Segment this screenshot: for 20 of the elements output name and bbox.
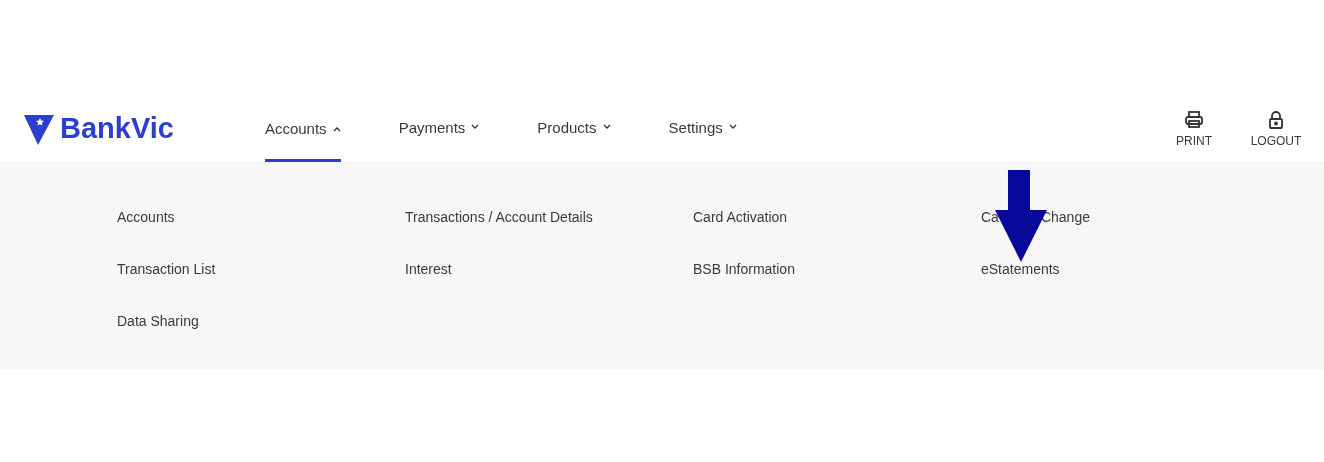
caret-icon: [602, 124, 611, 130]
bankvic-logo[interactable]: BankVic: [24, 112, 174, 145]
menu-link[interactable]: BSB Information: [693, 260, 981, 279]
lock-icon: [1266, 109, 1286, 130]
nav-tab[interactable]: Payments: [398, 95, 480, 162]
menu-link[interactable]: Accounts: [117, 208, 405, 227]
menu-link[interactable]: Transactions / Account Details: [405, 208, 693, 227]
caret-icon: [471, 124, 480, 130]
caret-icon: [728, 124, 737, 130]
menu-link[interactable]: eStatements: [981, 260, 1269, 279]
menu-link[interactable]: Transaction List: [117, 260, 405, 279]
menu-link[interactable]: Data Sharing: [117, 312, 405, 331]
caret-icon: [332, 125, 341, 132]
menu-link[interactable]: Interest: [405, 260, 693, 279]
logout-button[interactable]: LOGOUT: [1250, 109, 1302, 148]
printer-icon: [1184, 109, 1204, 130]
menu-link[interactable]: Card Activation: [693, 208, 981, 227]
print-button[interactable]: PRINT: [1168, 109, 1220, 148]
nav-tab[interactable]: Settings: [668, 95, 737, 162]
nav-tab[interactable]: Products: [537, 95, 611, 162]
